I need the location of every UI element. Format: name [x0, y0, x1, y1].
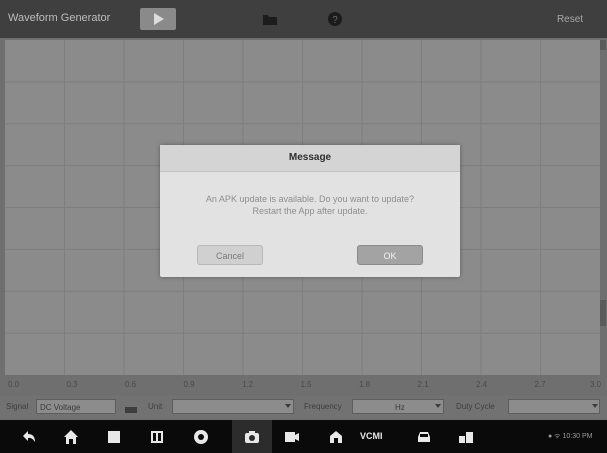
svg-text:?: ?	[332, 15, 338, 26]
x-tick-label: 0.9	[183, 380, 195, 389]
x-tick-label: 0.3	[66, 380, 78, 389]
x-tick-label: 3.0	[590, 380, 602, 389]
app-title: Waveform Generator	[8, 12, 111, 24]
dialog-message-line1: An APK update is available. Do you want …	[205, 194, 415, 204]
dialog-title: Message	[160, 145, 460, 172]
play-icon	[154, 13, 164, 25]
signal-select[interactable]: DC Voltage	[36, 399, 116, 414]
back-icon[interactable]	[20, 428, 38, 446]
signal-controls-bar: Signal DC Voltage Unit Frequency Hz Duty…	[0, 396, 607, 418]
folder-icon[interactable]	[262, 12, 278, 26]
x-tick-label: 1.8	[359, 380, 371, 389]
x-tick-label: 2.4	[476, 380, 488, 389]
vehicle-icon[interactable]	[415, 428, 433, 446]
duty-cycle-select[interactable]	[508, 399, 600, 414]
signal-type-icon	[124, 402, 138, 413]
x-tick-label: 2.7	[534, 380, 546, 389]
duty-cycle-dropdown-icon	[592, 404, 598, 408]
browser-icon[interactable]	[192, 428, 210, 446]
frequency-label: Frequency	[304, 402, 342, 411]
system-nav-bar: VCMI ● ᯤ 10:30 PM	[0, 420, 607, 453]
reset-button[interactable]: Reset	[545, 11, 595, 29]
screen-record-icon[interactable]	[283, 428, 301, 446]
x-tick-label: 2.1	[417, 380, 429, 389]
cancel-button[interactable]: Cancel	[197, 245, 263, 265]
apps-grid-icon[interactable]	[148, 428, 166, 446]
status-indicators: ● ᯤ 10:30 PM	[548, 433, 593, 440]
top-toolbar: Waveform Generator ? Reset	[0, 0, 607, 38]
signal-label: Signal	[6, 402, 29, 411]
shop-icon[interactable]	[457, 428, 475, 446]
home-icon[interactable]	[62, 428, 80, 446]
x-axis-labels: 0.0 0.3 0.6 0.9 1.2 1.5 1.8 2.1 2.4 2.7 3.0	[0, 380, 607, 394]
x-tick-label: 1.5	[300, 380, 312, 389]
x-tick-label: 1.2	[242, 380, 254, 389]
dialog-message: An APK update is available. Do you want …	[170, 193, 450, 217]
vertical-scroll-handle[interactable]	[600, 300, 606, 326]
unit-label: Unit	[148, 402, 163, 411]
frequency-dropdown-icon	[435, 404, 441, 408]
camera-icon[interactable]	[243, 428, 261, 446]
unit-dropdown-icon	[285, 404, 291, 408]
duty-cycle-label: Duty Cycle	[456, 402, 495, 411]
recent-apps-icon[interactable]	[105, 428, 123, 446]
ok-button[interactable]: OK	[357, 245, 423, 265]
x-tick-label: 0.0	[8, 380, 20, 389]
update-dialog: Message An APK update is available. Do y…	[160, 145, 460, 277]
dialog-message-line2: Restart the App after update.	[252, 206, 368, 216]
play-button[interactable]	[140, 8, 176, 30]
x-tick-label: 0.6	[125, 380, 137, 389]
toolbox-icon[interactable]	[327, 428, 345, 446]
scroll-indicator-top[interactable]	[600, 40, 606, 50]
unit-select[interactable]	[172, 399, 294, 414]
frequency-select[interactable]: Hz	[352, 399, 444, 414]
vcmi-icon[interactable]: VCMI	[360, 431, 383, 441]
help-icon[interactable]: ?	[327, 11, 343, 27]
